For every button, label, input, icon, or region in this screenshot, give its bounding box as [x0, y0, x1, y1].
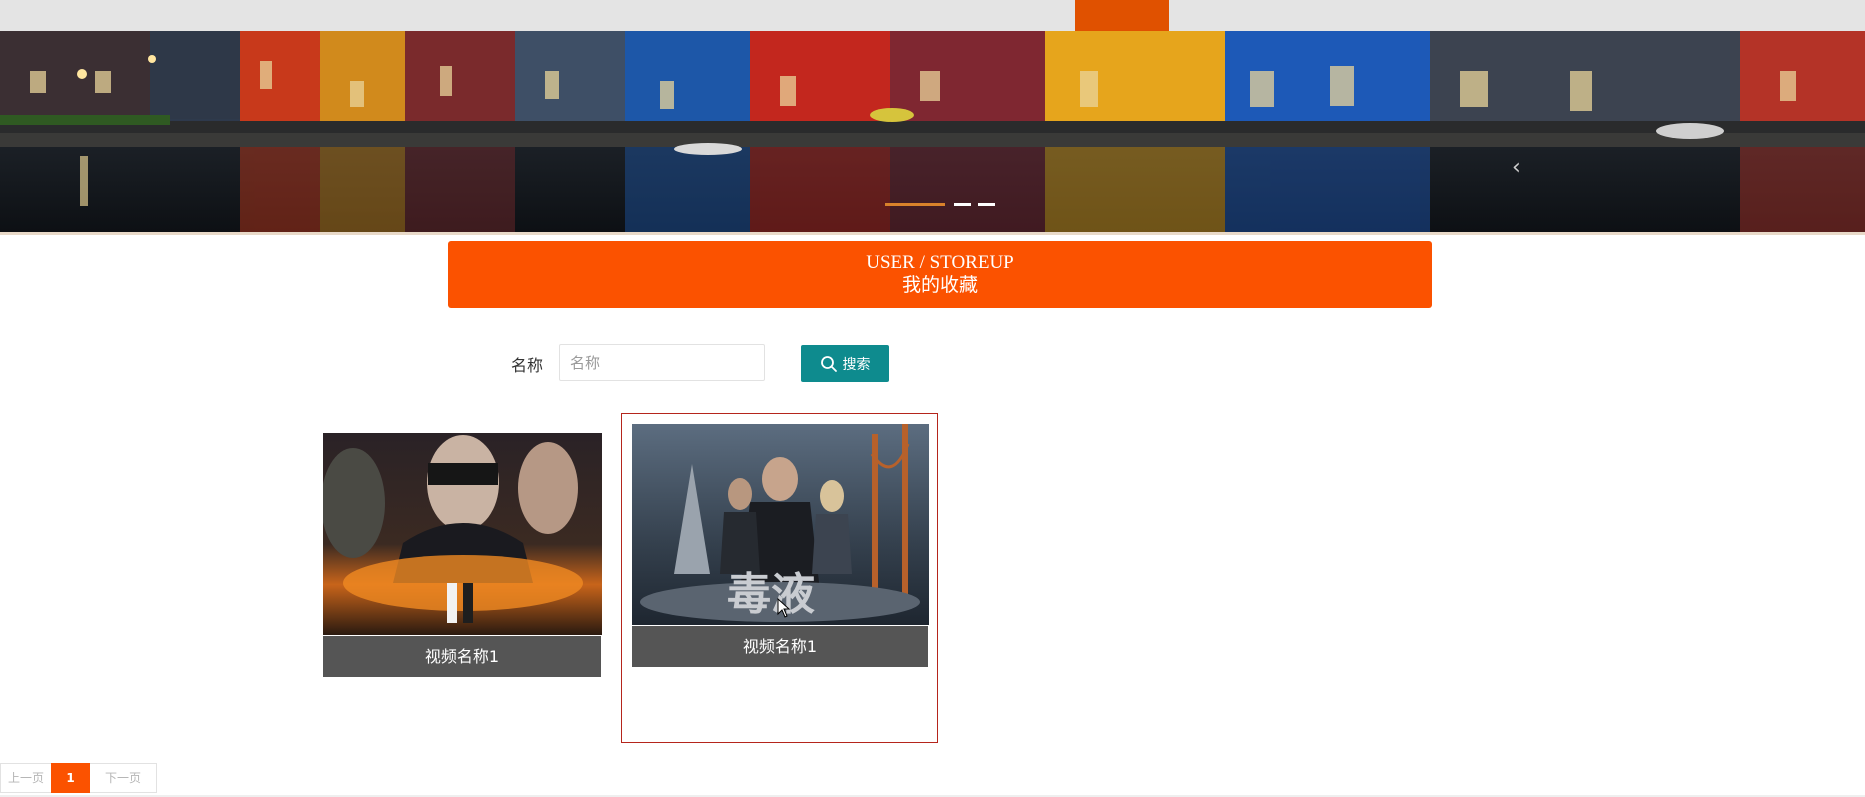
carousel-indicator-3[interactable]: [978, 203, 995, 206]
pagination: 上一页 1 下一页: [0, 763, 157, 793]
mouse-cursor-icon: [777, 598, 791, 618]
search-icon: [820, 355, 837, 372]
carousel-prev-arrow[interactable]: ‹: [1512, 155, 1532, 181]
banner-image: [0, 31, 1865, 232]
card-2-poster-image: 毒液: [632, 424, 929, 625]
carousel-indicator-2[interactable]: [954, 203, 971, 206]
svg-text:毒液: 毒液: [727, 569, 815, 620]
card-1-title[interactable]: 视频名称1: [323, 636, 601, 677]
card-1-poster-image: [323, 433, 602, 635]
nav-active-tab[interactable]: [1075, 0, 1169, 31]
pagination-next-button[interactable]: 下一页: [90, 763, 157, 793]
banner-carousel: ‹: [0, 31, 1865, 232]
pagination-current-page[interactable]: 1: [51, 763, 90, 793]
card-2-title[interactable]: 视频名称1: [632, 626, 928, 667]
top-nav-bar: [0, 0, 1865, 32]
card-1-poster[interactable]: [323, 433, 602, 635]
favorite-card-2[interactable]: 毒液 视频名称1: [632, 424, 929, 668]
favorite-card-1[interactable]: 视频名称1: [323, 433, 602, 677]
search-label: 名称: [511, 356, 544, 375]
pagination-prev-button[interactable]: 上一页: [0, 763, 51, 793]
search-button-label: 搜索: [842, 356, 871, 373]
card-2-poster[interactable]: 毒液: [632, 424, 929, 625]
page-title-banner: USER / STOREUP 我的收藏: [448, 241, 1432, 308]
search-button[interactable]: 搜索: [801, 345, 889, 382]
page-title-cn: 我的收藏: [901, 275, 978, 296]
banner-divider: [0, 232, 1865, 235]
carousel-indicator-1[interactable]: [885, 203, 945, 206]
page-title-en: USER / STOREUP: [866, 252, 1014, 273]
search-input[interactable]: [559, 344, 765, 381]
